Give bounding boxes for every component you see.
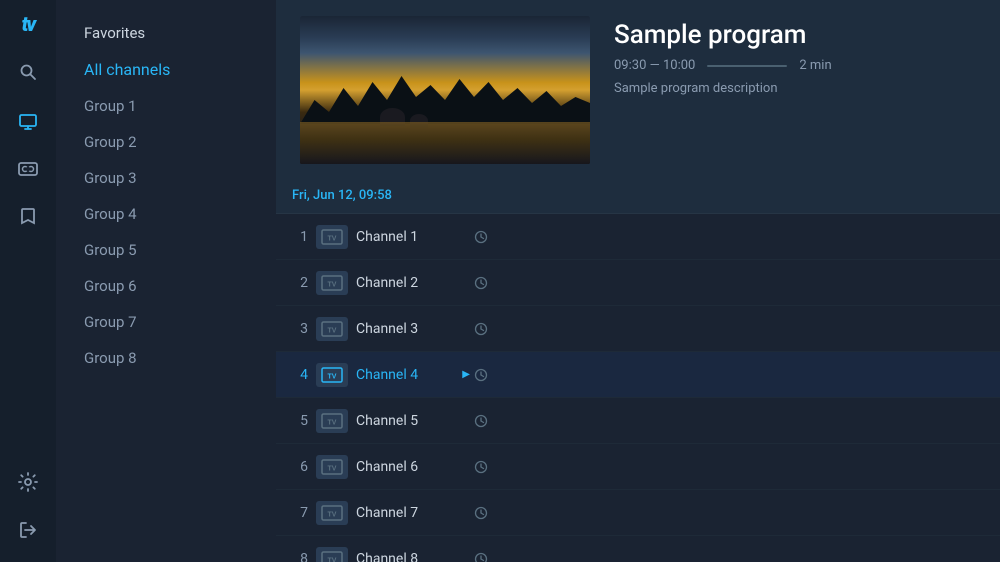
channel-logo-icon: TV [316,363,348,387]
svg-text:TV: TV [328,511,337,518]
recordings-nav-icon[interactable] [8,148,48,188]
channel-info-6: 6 TV Channel 6 [276,455,496,479]
clock-icon [474,414,488,428]
search-nav-icon[interactable] [8,52,48,92]
channel-icons [474,460,488,474]
logout-nav-icon[interactable] [8,510,48,550]
svg-text:TV: TV [328,465,337,472]
sidebar-item-group6[interactable]: Group 6 [68,269,264,303]
program-duration: 2 min [799,58,831,73]
epg-container: Fri, Jun 12, 09:58 09:30 10:00 10:30 1 T… [276,178,1000,562]
channel-number: 3 [284,321,308,337]
channel-name: Channel 1 [356,229,466,245]
channels-list: 1 TV Channel 1 Sample programSample ...S… [276,214,1000,562]
icon-bar: tv [0,0,56,562]
sidebar-item-group4[interactable]: Group 4 [68,197,264,231]
svg-text:TV: TV [328,327,337,334]
channel-icons [474,230,488,244]
clock-icon [474,322,488,336]
channel-logo-icon: TV [316,501,348,525]
svg-text:TV: TV [328,281,337,288]
main-content: Sample program 09:30 — 10:00 2 min Sampl… [276,0,1000,562]
sidebar-item-favorites[interactable]: Favorites [68,16,264,50]
channel-number: 5 [284,413,308,429]
clock-icon [474,368,488,382]
svg-text:TV: TV [328,557,337,562]
channel-row[interactable]: 7 TV Channel 7 Sample programSample prog… [276,490,1000,536]
settings-nav-icon[interactable] [8,462,48,502]
channel-icons [474,552,488,562]
sidebar: Favorites All channels Group 1 Group 2 G… [56,0,276,562]
channel-logo-icon: TV [316,409,348,433]
channel-icons [474,276,488,290]
clock-icon [474,552,488,562]
channel-number: 7 [284,505,308,521]
info-panel: Sample program 09:30 — 10:00 2 min Sampl… [276,0,1000,178]
channel-logo-icon: TV [316,547,348,562]
channel-number: 8 [284,551,308,562]
channel-row[interactable]: 8 TV Channel 8 Sample programSample prog… [276,536,1000,562]
channel-number: 6 [284,459,308,475]
channel-row[interactable]: 5 TV Channel 5 Sample program [276,398,1000,444]
channel-info-7: 7 TV Channel 7 [276,501,496,525]
favorites-nav-icon[interactable] [8,196,48,236]
channel-info-1: 1 TV Channel 1 [276,225,496,249]
play-icon: ▶ [462,369,470,380]
sidebar-item-group1[interactable]: Group 1 [68,89,264,123]
channel-info-8: 8 TV Channel 8 [276,547,496,562]
channel-icons [474,322,488,336]
timeline-header: Fri, Jun 12, 09:58 09:30 10:00 10:30 [276,178,1000,214]
svg-text:TV: TV [328,373,337,380]
channel-number: 1 [284,229,308,245]
channel-name: Channel 5 [356,413,466,429]
program-progress-bar [707,65,787,67]
clock-icon [474,230,488,244]
channel-row[interactable]: 3 TV Channel 3 Sample programSample prog… [276,306,1000,352]
program-time: 09:30 — 10:00 2 min [614,58,976,73]
channel-name: Channel 3 [356,321,466,337]
clock-icon [474,276,488,290]
channel-icons [474,414,488,428]
sidebar-item-group8[interactable]: Group 8 [68,341,264,375]
channel-info-5: 5 TV Channel 5 [276,409,496,433]
svg-text:TV: TV [328,235,337,242]
channel-name: Channel 4 [356,367,454,383]
channel-number: 4 [284,367,308,383]
channel-number: 2 [284,275,308,291]
channel-name: Channel 6 [356,459,466,475]
channel-info-3: 3 TV Channel 3 [276,317,496,341]
channel-logo-icon: TV [316,271,348,295]
sidebar-item-all-channels[interactable]: All channels [68,52,264,87]
sidebar-item-group2[interactable]: Group 2 [68,125,264,159]
program-title: Sample program [614,20,976,50]
clock-icon [474,460,488,474]
channel-row[interactable]: 6 TV Channel 6 Sample programSample pro.… [276,444,1000,490]
channel-icons [474,506,488,520]
timeline-current-time: Fri, Jun 12, 09:58 [276,188,496,203]
sidebar-item-group3[interactable]: Group 3 [68,161,264,195]
program-thumbnail [300,16,590,164]
svg-text:TV: TV [328,419,337,426]
clock-icon [474,506,488,520]
program-info: Sample program 09:30 — 10:00 2 min Sampl… [614,16,976,96]
channel-name: Channel 8 [356,551,466,562]
sidebar-item-group7[interactable]: Group 7 [68,305,264,339]
channel-info-2: 2 TV Channel 2 [276,271,496,295]
sidebar-item-group5[interactable]: Group 5 [68,233,264,267]
program-time-range: 09:30 — 10:00 [614,58,695,73]
program-description: Sample program description [614,81,976,96]
channel-name: Channel 2 [356,275,466,291]
channel-info-4: 4 TV Channel 4 ▶ [276,363,496,387]
channel-logo-icon: TV [316,455,348,479]
channel-row[interactable]: 1 TV Channel 1 Sample programSample ...S… [276,214,1000,260]
channel-row[interactable]: 2 TV Channel 2 Sample programSample prog… [276,260,1000,306]
channel-icons: ▶ [462,368,488,382]
channel-name: Channel 7 [356,505,466,521]
app-logo: tv [22,12,35,36]
channel-logo-icon: TV [316,317,348,341]
channel-logo-icon: TV [316,225,348,249]
channel-row[interactable]: 4 TV Channel 4▶ Sample programSample pro… [276,352,1000,398]
live-tv-nav-icon[interactable] [8,100,48,140]
